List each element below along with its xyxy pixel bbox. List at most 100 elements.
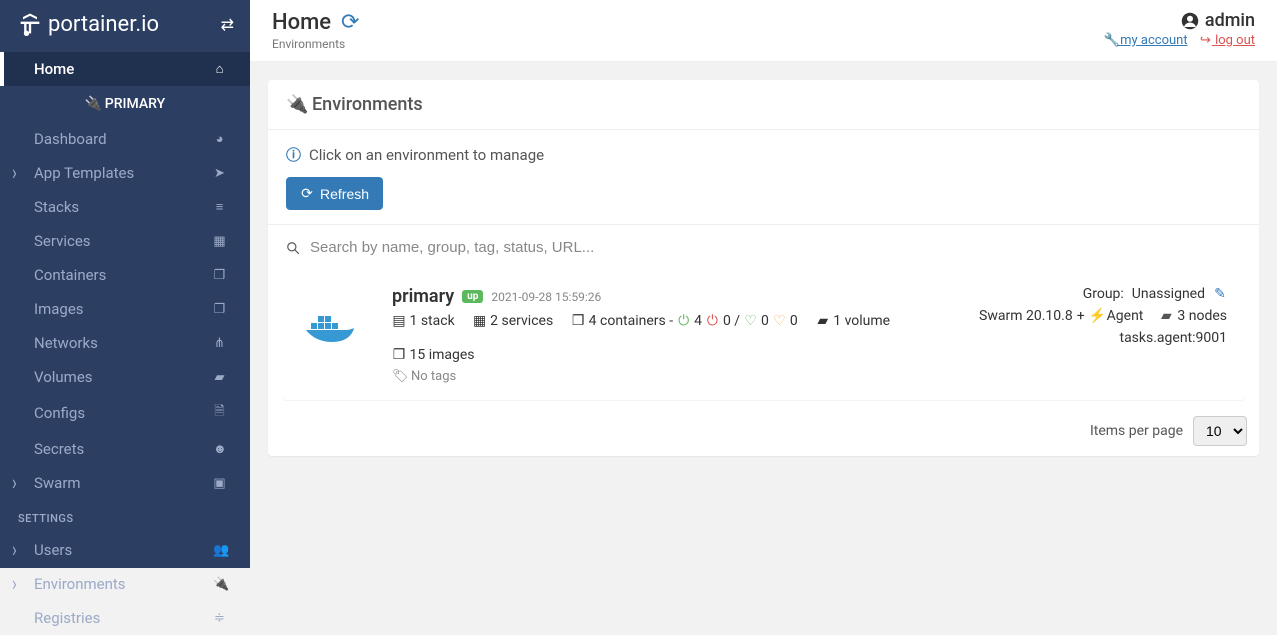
items-per-page-select[interactable]: 10 — [1193, 416, 1247, 446]
env-group-row: Group: Unassigned ✎ — [979, 286, 1227, 302]
sidebar-toggle-icon[interactable]: ⇄ — [221, 15, 234, 34]
sitemap-icon: ⋔ — [213, 336, 226, 351]
env-stacks: ▤ 1 stack — [392, 313, 455, 329]
nav-item-label: Configs — [34, 404, 85, 422]
nav-item-label: Registries — [34, 609, 100, 627]
heartbeat-healthy-icon: ♡ — [744, 313, 758, 329]
nav-item-label: Home — [34, 60, 74, 78]
nav-containers[interactable]: Containers ❒ — [0, 258, 250, 292]
brand-text: portainer.io — [48, 12, 159, 37]
environment-card[interactable]: primary up 2021-09-28 15:59:26 ▤ 1 stack… — [282, 270, 1245, 400]
search-icon — [286, 241, 300, 255]
clone-icon: ❐ — [213, 302, 226, 317]
env-services-text: 2 services — [490, 313, 553, 329]
account-link-label: my account — [1120, 33, 1187, 48]
env-swarm: Swarm 20.10.8 — [979, 308, 1073, 324]
nav-item-label: Images — [34, 300, 84, 318]
nav-secrets[interactable]: Secrets☻ — [0, 432, 250, 466]
clone-icon: ❐ — [392, 347, 406, 363]
nav-home[interactable]: Home ⌂ — [0, 52, 250, 86]
docker-whale-icon — [304, 311, 368, 359]
nav-swarm[interactable]: Swarm ▣ — [0, 466, 250, 500]
nav-stacks[interactable]: Stacks≡ — [0, 190, 250, 224]
env-stopped-count: 0 — [723, 313, 731, 329]
environment-body: primary up 2021-09-28 15:59:26 ▤ 1 stack… — [392, 286, 959, 384]
nav-services[interactable]: Services▦ — [0, 224, 250, 258]
env-name: primary — [392, 286, 454, 307]
env-images: ❐ 15 images — [392, 347, 475, 363]
search-input[interactable] — [310, 239, 1241, 256]
env-tags: 🏷 No tags — [392, 369, 959, 384]
list-alt-icon: ▦ — [473, 313, 487, 329]
my-account-link[interactable]: 🔧 my account — [1104, 33, 1188, 48]
user-name: admin — [1205, 10, 1255, 31]
nav-item-label: App Templates — [34, 164, 134, 182]
sign-out-icon: ↪ — [1199, 33, 1212, 48]
rocket-icon: ➤ — [213, 166, 226, 181]
edit-icon[interactable]: ✎ — [1213, 286, 1227, 302]
nav-item-label: Users — [34, 541, 72, 559]
pager-label: Items per page — [1090, 423, 1183, 439]
search-row — [268, 224, 1259, 270]
env-agent-row: Swarm 20.10.8 + ⚡ Agent ▰ 3 nodes — [979, 308, 1227, 324]
power-off-icon: ⏻ — [705, 313, 719, 329]
env-title-row: primary up 2021-09-28 15:59:26 — [392, 286, 959, 307]
wrench-icon: 🔧 — [1104, 33, 1117, 48]
plug-icon: 🔌 — [213, 577, 226, 592]
th-list-icon: ▤ — [392, 313, 406, 329]
brand-logo[interactable]: portainer.io — [16, 10, 159, 38]
hdd-icon: ▰ — [1159, 308, 1173, 324]
env-stacks-text: 1 stack — [409, 313, 454, 329]
env-containers: ❒ 4 containers - ⏻ 4 ⏻ 0 / ♡ 0 ♡ 0 — [571, 313, 798, 329]
tachometer-icon: ◕ — [213, 131, 226, 147]
env-running-count: 4 — [694, 313, 702, 329]
nav-item-label: Dashboard — [34, 130, 107, 148]
nav-app-templates[interactable]: App Templates ➤ — [0, 156, 250, 190]
power-on-icon: ⏻ — [677, 313, 691, 329]
home-icon: ⌂ — [213, 61, 226, 77]
tags-icon: 🏷 — [392, 369, 405, 384]
env-group-value: Unassigned — [1132, 286, 1205, 302]
main: Home ⟳ Environments admin 🔧 my account ↪… — [250, 0, 1277, 568]
sidebar: portainer.io ⇄ Home ⌂ 🔌 PRIMARY Dashboar… — [0, 0, 250, 568]
nav-item-label: Services — [34, 232, 91, 250]
env-images-text: 15 images — [409, 347, 474, 363]
sidebar-header: portainer.io ⇄ — [0, 0, 250, 52]
nav-item-label: Containers — [34, 266, 106, 284]
panel-hint: ⓘ Click on an environment to manage — [286, 144, 1241, 165]
plus-sep: + — [1077, 308, 1085, 324]
user-label: admin — [1104, 10, 1255, 31]
topbar-left: Home ⟳ Environments — [272, 10, 359, 51]
hdd-icon: ▰ — [816, 313, 830, 329]
nav-list: Home ⌂ 🔌 PRIMARY Dashboard◕ App Template… — [0, 52, 250, 635]
cubes-icon: ❒ — [213, 268, 226, 283]
nav-registries[interactable]: Registries≑ — [0, 601, 250, 635]
docker-logo — [300, 286, 372, 384]
nav-configs[interactable]: Configs🗎 — [0, 394, 250, 432]
nav-users[interactable]: Users 👥 — [0, 533, 250, 567]
nav-environments[interactable]: Environments 🔌 — [0, 567, 250, 601]
nav-item-label: Stacks — [34, 198, 79, 216]
nav-item-label: Volumes — [34, 368, 93, 386]
nav-networks[interactable]: Networks⋔ — [0, 326, 250, 360]
heartbeat-unhealthy-icon: ♡ — [772, 313, 786, 329]
env-meta: ▤ 1 stack ▦ 2 services ❒ 4 containers - … — [392, 313, 959, 363]
env-status-badge: up — [462, 290, 483, 303]
nav-images[interactable]: Images ❐ — [0, 292, 250, 326]
nav-section-settings: SETTINGS — [0, 500, 250, 533]
page-refresh-icon[interactable]: ⟳ — [341, 10, 359, 35]
pager: Items per page 10 — [268, 416, 1259, 456]
users-icon: 👥 — [213, 543, 226, 558]
page-title: Home — [272, 10, 331, 35]
nav-item-label: Swarm — [34, 474, 81, 492]
refresh-button[interactable]: ⟳ Refresh — [286, 177, 383, 210]
nav-volumes[interactable]: Volumes▰ — [0, 360, 250, 394]
logout-link[interactable]: ↪ log out — [1199, 33, 1255, 48]
panel-title: Environments — [312, 94, 423, 115]
nav-dashboard[interactable]: Dashboard ◕ — [0, 122, 250, 156]
object-group-icon: ▣ — [213, 476, 226, 491]
nav-item-label: Environments — [34, 575, 126, 593]
topbar-right: admin 🔧 my account ↪ log out — [1104, 10, 1255, 48]
env-healthy-count: 0 — [761, 313, 769, 329]
page-title-row: Home ⟳ — [272, 10, 359, 35]
